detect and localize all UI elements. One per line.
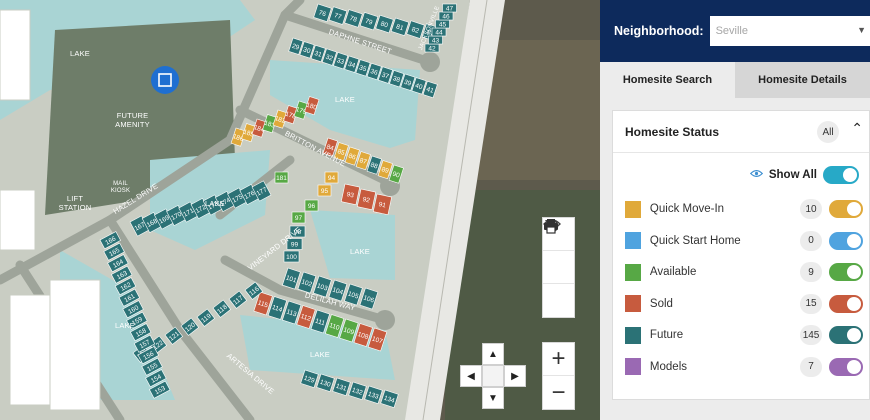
lot-number: 97 (295, 215, 303, 222)
reset-view-button[interactable] (543, 219, 574, 284)
zoom-controls: + − (542, 342, 575, 410)
printer-icon (544, 219, 558, 234)
status-name: Available (649, 266, 697, 278)
status-row: Quick Start Home 0 (625, 230, 863, 251)
status-swatch (625, 326, 641, 344)
lot-number: 43 (432, 38, 440, 45)
pan-center (482, 365, 504, 387)
status-count: 145 (799, 325, 823, 345)
amenity-marker-icon (151, 66, 179, 94)
homesite-lot[interactable]: 181 (274, 171, 289, 184)
status-toggle[interactable] (829, 357, 863, 376)
eye-icon (749, 169, 763, 181)
chevron-up-icon[interactable]: ⌃ (851, 120, 863, 137)
pan-down-button[interactable]: ▼ (482, 387, 504, 409)
show-all-label: Show All (768, 169, 817, 181)
map-tool-stack (542, 217, 575, 318)
status-name: Quick Move-In (649, 203, 725, 215)
status-count: 0 (799, 230, 823, 251)
lot-number: 46 (442, 14, 450, 21)
all-badge: All (817, 121, 839, 143)
pan-right-button[interactable]: ▶ (504, 365, 526, 387)
tab-homesite-details[interactable]: Homesite Details (735, 62, 870, 98)
lot-number: 42 (428, 46, 436, 53)
status-name: Quick Start Home (649, 234, 741, 247)
status-swatch (625, 358, 641, 375)
status-toggle[interactable] (829, 326, 863, 344)
pan-left-button[interactable]: ◀ (460, 365, 482, 387)
lot-number: 94 (328, 175, 336, 182)
homesite-status-panel: Homesite Status All ⌃ Show All Quick Mov… (612, 110, 870, 400)
status-swatch (625, 263, 641, 281)
site-map[interactable]: 76 77 78 79 80 81 82 83 29 30 31 32 33 34 35 36 37 38 39 40… (0, 0, 600, 420)
site-map-canvas[interactable]: 76 77 78 79 80 81 82 8329 30 31 32 33 34 35 36 37 38 39 40… (0, 0, 600, 420)
status-name: Models (649, 360, 687, 373)
lot-number: 44 (435, 30, 443, 37)
status-row: Models 7 (625, 356, 863, 377)
status-name: Sold (649, 297, 673, 310)
status-count: 15 (799, 293, 823, 314)
status-swatch (625, 295, 641, 312)
panel-header[interactable]: Homesite Status All ⌃ (613, 111, 869, 153)
homesite-lot[interactable]: 94 (324, 171, 339, 184)
homesite-lot[interactable]: 45 (435, 19, 450, 29)
status-toggle[interactable] (829, 294, 863, 313)
tab-bar: Homesite Search Homesite Details (600, 62, 870, 98)
lot-number: 96 (308, 203, 316, 210)
homesite-lot[interactable]: 100 (283, 250, 300, 263)
lot-number: 95 (321, 188, 329, 195)
lot-number: 98 (294, 229, 302, 236)
status-count: 10 (799, 199, 823, 219)
homesite-lot[interactable]: 96 (304, 199, 319, 212)
zoom-out-button[interactable]: − (543, 376, 574, 409)
status-row: Available 9 (625, 262, 863, 282)
lot-number: 100 (286, 254, 297, 261)
tab-homesite-search[interactable]: Homesite Search (600, 62, 735, 98)
neighborhood-bar: Neighborhood: Seville ▼ (600, 0, 870, 62)
zoom-in-button[interactable]: + (543, 343, 574, 376)
neighborhood-label: Neighborhood: (614, 24, 704, 38)
homesite-lot[interactable]: 43 (428, 35, 443, 45)
homesite-lot[interactable]: 46 (438, 11, 454, 21)
homesite-lot[interactable]: 47 (442, 3, 457, 13)
neighborhood-value: Seville (715, 25, 748, 37)
homesite-lot[interactable]: 42 (424, 43, 440, 53)
homesite-lot[interactable]: 44 (431, 27, 447, 37)
lot-number: 45 (439, 22, 447, 29)
status-toggle[interactable] (829, 200, 863, 218)
status-row: Future 145 (625, 325, 863, 345)
app-root: 76 77 78 79 80 81 82 83 29 30 31 32 33 34 35 36 37 38 39 40… (0, 0, 870, 420)
status-name: Future (649, 329, 684, 341)
panel-title: Homesite Status (625, 124, 720, 139)
print-button[interactable] (543, 219, 574, 317)
status-swatch (625, 200, 641, 218)
status-row: Quick Move-In 10 (625, 199, 863, 219)
homesite-lot[interactable]: 98 (289, 225, 306, 238)
status-swatch (625, 232, 641, 249)
pan-up-button[interactable]: ▲ (482, 343, 504, 365)
homesite-lot[interactable]: 97 (291, 211, 306, 224)
show-all-toggle[interactable] (823, 166, 859, 184)
status-row: Sold 15 (625, 293, 863, 314)
homesite-lot[interactable]: 95 (317, 184, 332, 197)
status-toggle[interactable] (829, 231, 863, 250)
status-toggle[interactable] (829, 263, 863, 281)
lot-number: 99 (291, 242, 299, 249)
neighborhood-select[interactable]: Seville ▼ (709, 16, 870, 46)
sidebar: Neighborhood: Seville ▼ Homesite Search … (600, 0, 870, 420)
status-count: 9 (799, 262, 823, 282)
lot-number: 47 (446, 6, 454, 13)
show-all-row: Show All (749, 166, 859, 184)
status-count: 7 (799, 356, 823, 377)
chevron-down-icon: ▼ (857, 25, 866, 35)
homesite-lot[interactable]: 99 (286, 238, 303, 250)
lot-number: 181 (276, 175, 287, 182)
